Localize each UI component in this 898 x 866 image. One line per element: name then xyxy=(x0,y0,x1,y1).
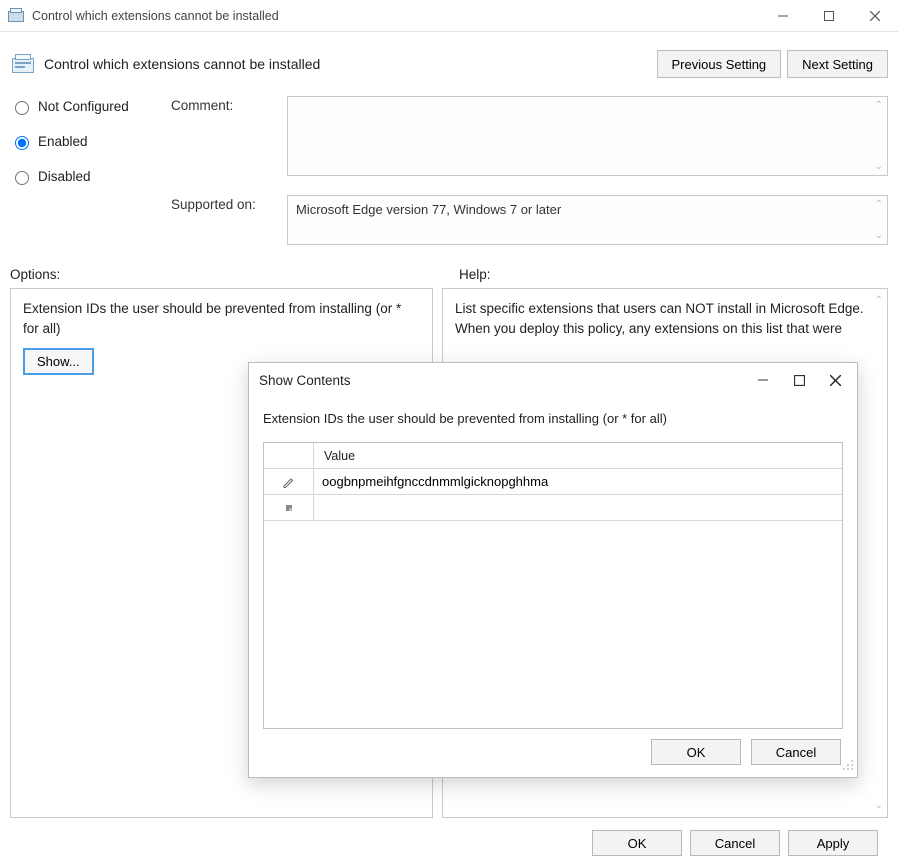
window-maximize-button[interactable] xyxy=(806,0,852,32)
radio-enabled-label: Enabled xyxy=(38,134,88,149)
radio-disabled[interactable]: Disabled xyxy=(10,168,165,185)
chevron-down-icon: ⌄ xyxy=(875,800,883,811)
group-policy-editor-window: Control which extensions cannot be insta… xyxy=(0,0,898,866)
new-row-icon xyxy=(264,495,314,520)
column-header-value: Value xyxy=(314,443,842,468)
grid-row-edit[interactable] xyxy=(264,469,842,495)
grid-empty-area xyxy=(264,521,842,728)
values-grid[interactable]: Value xyxy=(263,442,843,729)
show-contents-dialog: Show Contents Extension IDs the user sho… xyxy=(248,362,858,778)
dialog-cancel-button[interactable]: Cancel xyxy=(751,739,841,765)
radio-enabled[interactable]: Enabled xyxy=(10,133,165,150)
options-label: Options: xyxy=(10,267,433,282)
show-button[interactable]: Show... xyxy=(23,348,94,375)
previous-setting-button[interactable]: Previous Setting xyxy=(657,50,782,78)
window-titlebar: Control which extensions cannot be insta… xyxy=(0,0,898,32)
dialog-title: Show Contents xyxy=(259,373,745,388)
window-title: Control which extensions cannot be insta… xyxy=(32,9,760,23)
radio-disabled-label: Disabled xyxy=(38,169,91,184)
ok-button[interactable]: OK xyxy=(592,830,682,856)
value-input-new[interactable] xyxy=(320,495,836,520)
chevron-up-icon: ⌃ xyxy=(875,199,883,210)
setting-title-text: Control which extensions cannot be insta… xyxy=(44,56,320,72)
chevron-down-icon: ⌄ xyxy=(875,161,883,172)
options-text: Extension IDs the user should be prevent… xyxy=(23,299,420,338)
window-minimize-button[interactable] xyxy=(760,0,806,32)
value-input[interactable] xyxy=(320,469,836,494)
dialog-close-button[interactable] xyxy=(817,366,853,394)
comment-label: Comment: xyxy=(171,96,281,113)
grid-row-new[interactable] xyxy=(264,495,842,521)
apply-button[interactable]: Apply xyxy=(788,830,878,856)
dialog-ok-button[interactable]: OK xyxy=(651,739,741,765)
radio-not-configured[interactable]: Not Configured xyxy=(10,98,165,115)
help-label: Help: xyxy=(459,267,882,282)
comment-input[interactable]: ⌃⌄ xyxy=(287,96,888,176)
help-text: List specific extensions that users can … xyxy=(455,299,875,338)
radio-not-configured-label: Not Configured xyxy=(38,99,129,114)
window-close-button[interactable] xyxy=(852,0,898,32)
next-setting-button[interactable]: Next Setting xyxy=(787,50,888,78)
supported-on-label: Supported on: xyxy=(171,195,281,212)
grid-header-marker xyxy=(264,443,314,468)
dialog-minimize-button[interactable] xyxy=(745,366,781,394)
setting-title: Control which extensions cannot be insta… xyxy=(10,53,320,75)
dialog-maximize-button[interactable] xyxy=(781,366,817,394)
chevron-up-icon: ⌃ xyxy=(875,295,883,306)
setting-icon xyxy=(12,53,34,75)
dialog-titlebar: Show Contents xyxy=(249,363,857,397)
cancel-button[interactable]: Cancel xyxy=(690,830,780,856)
chevron-up-icon: ⌃ xyxy=(875,100,883,111)
policy-icon xyxy=(8,8,24,24)
chevron-down-icon: ⌄ xyxy=(875,230,883,241)
dialog-label: Extension IDs the user should be prevent… xyxy=(263,411,843,426)
supported-on-text: Microsoft Edge version 77, Windows 7 or … xyxy=(296,202,561,217)
supported-on-box: Microsoft Edge version 77, Windows 7 or … xyxy=(287,195,888,245)
grid-header: Value xyxy=(264,443,842,469)
edit-row-icon xyxy=(264,469,314,494)
